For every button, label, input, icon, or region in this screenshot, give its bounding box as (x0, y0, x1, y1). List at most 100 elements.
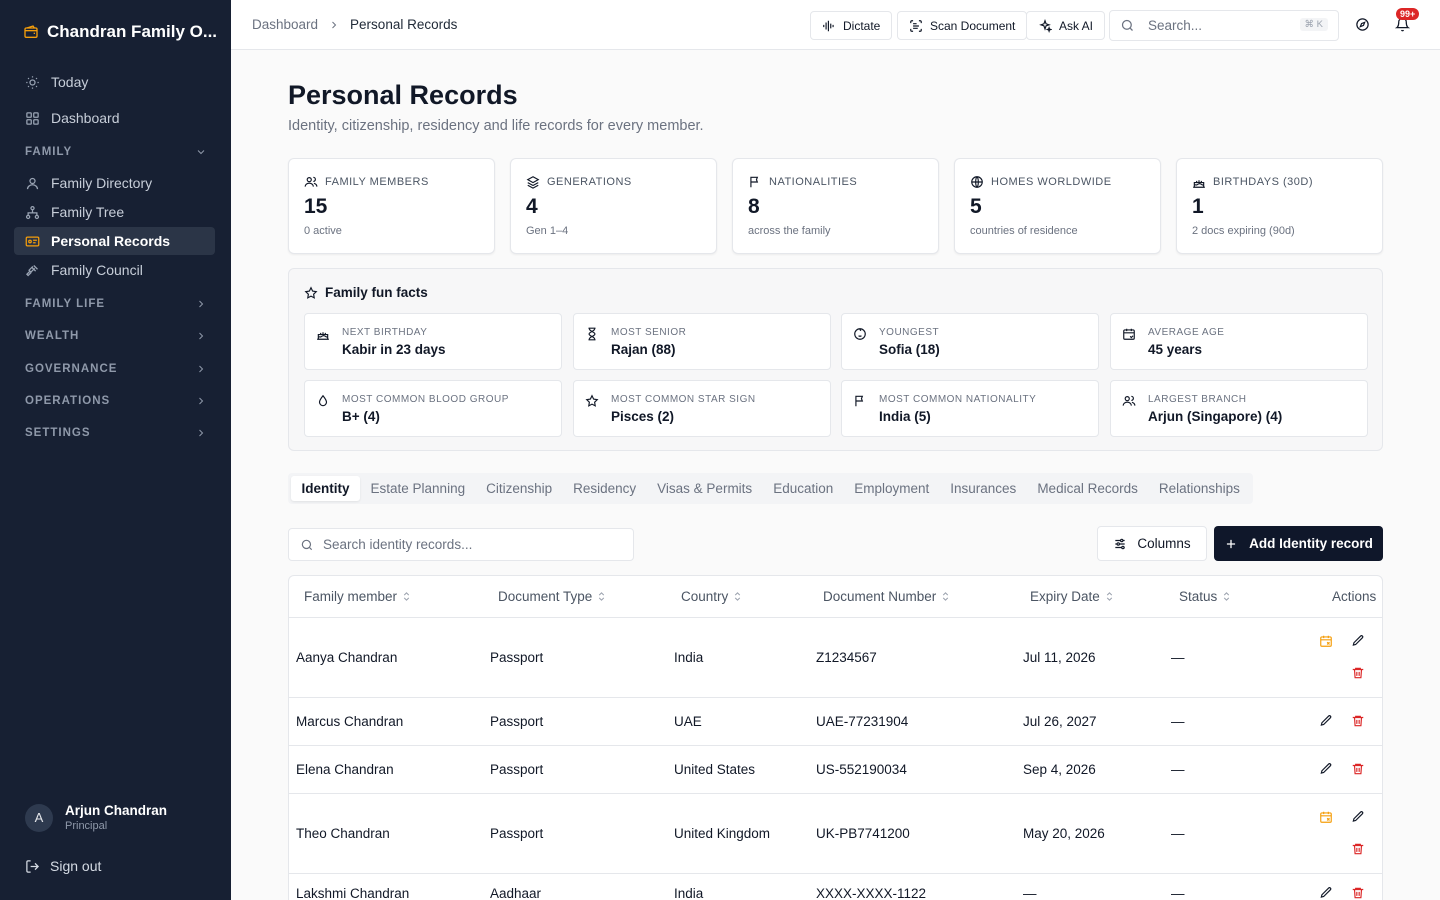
stat-sub: across the family (748, 225, 831, 237)
edit-icon[interactable] (1319, 762, 1333, 776)
edit-icon[interactable] (1351, 634, 1365, 648)
column-header-country[interactable]: Country (681, 589, 743, 604)
flag-icon (853, 394, 867, 408)
column-header-document-number[interactable]: Document Number (823, 589, 951, 604)
cell-member: Lakshmi Chandran (296, 886, 410, 900)
user-profile[interactable]: A Arjun Chandran Principal (25, 803, 167, 832)
stat-label: HOMES WORLDWIDE (991, 176, 1112, 188)
nav-today[interactable]: Today (14, 68, 215, 96)
wallet-icon (23, 24, 39, 40)
expiry-reminder-icon[interactable] (1319, 634, 1333, 648)
cell-number: XXXX-XXXX-1122 (816, 886, 927, 900)
nav-section-label: GOVERNANCE (25, 363, 118, 375)
delete-icon[interactable] (1351, 842, 1365, 856)
column-header-status[interactable]: Status (1179, 589, 1232, 604)
sidebar-item-family-tree[interactable]: Family Tree (14, 198, 215, 226)
users-icon (304, 175, 318, 189)
tab-identity[interactable]: Identity (291, 476, 361, 501)
tab-relationships[interactable]: Relationships (1148, 476, 1250, 501)
column-header-family-member[interactable]: Family member (304, 589, 412, 604)
cell-status: — (1171, 714, 1185, 729)
identity-search-placeholder: Search identity records... (323, 537, 473, 552)
nav-section-wealth[interactable]: WEALTH (25, 326, 207, 346)
nav-section-family-life[interactable]: FAMILY LIFE (25, 294, 207, 314)
tab-employment[interactable]: Employment (844, 476, 940, 501)
delete-icon[interactable] (1351, 886, 1365, 900)
fact-largest-branch: LARGEST BRANCH Arjun (Singapore) (4) (1110, 380, 1368, 437)
record-tabs: Identity Estate Planning Citizenship Res… (288, 473, 1254, 504)
nav-section-governance[interactable]: GOVERNANCE (25, 359, 207, 379)
cell-type: Passport (490, 650, 544, 665)
edit-icon[interactable] (1351, 810, 1365, 824)
header-label: Document Number (823, 589, 937, 604)
gavel-icon (25, 263, 40, 278)
nav-section-label: FAMILY LIFE (25, 298, 106, 310)
sort-icon (732, 591, 743, 602)
chevron-down-icon (195, 146, 207, 158)
cell-type: Passport (490, 826, 544, 841)
scan-document-label: Scan Document (930, 18, 1016, 33)
cell-number: UK-PB7741200 (816, 826, 910, 841)
column-header-document-type[interactable]: Document Type (498, 589, 607, 604)
stat-value: 8 (748, 195, 760, 218)
identity-search-input[interactable]: Search identity records... (288, 528, 634, 561)
sidebar-item-label: Family Tree (51, 204, 125, 220)
brand[interactable]: Chandran Family O... (23, 22, 217, 42)
global-search-input[interactable]: Search... ⌘ K (1109, 10, 1339, 41)
delete-icon[interactable] (1351, 762, 1365, 776)
fact-value: B+ (4) (342, 409, 380, 424)
stat-card-family-members: FAMILY MEMBERS 15 0 active (288, 158, 495, 254)
table-row[interactable]: Elena Chandran Passport United States US-55… (289, 746, 1382, 794)
delete-icon[interactable] (1351, 666, 1365, 680)
edit-icon[interactable] (1319, 886, 1333, 900)
add-identity-record-button[interactable]: Add Identity record (1214, 526, 1383, 561)
tab-medical-records[interactable]: Medical Records (1027, 476, 1149, 501)
cell-number: Z1234567 (816, 650, 877, 665)
tab-education[interactable]: Education (763, 476, 844, 501)
dictate-button[interactable]: Dictate (810, 11, 893, 40)
scan-document-button[interactable]: Scan Document (897, 11, 1028, 40)
nav-section-label: WEALTH (25, 330, 80, 342)
header-label: Status (1179, 589, 1218, 604)
tab-residency[interactable]: Residency (563, 476, 647, 501)
sidebar-item-family-council[interactable]: Family Council (14, 256, 215, 284)
nav-today-label: Today (51, 74, 89, 90)
nav-dashboard[interactable]: Dashboard (14, 104, 215, 132)
table-row[interactable]: Aanya Chandran Passport India Z1234567 Jul 1… (289, 618, 1382, 698)
delete-icon[interactable] (1351, 714, 1365, 728)
breadcrumb-dashboard[interactable]: Dashboard (252, 17, 318, 32)
sidebar-item-family-directory[interactable]: Family Directory (14, 169, 215, 197)
tab-citizenship[interactable]: Citizenship (476, 476, 563, 501)
stat-label: FAMILY MEMBERS (325, 176, 429, 188)
nav-section-settings[interactable]: SETTINGS (25, 423, 207, 443)
cake-icon (316, 327, 330, 341)
plus-icon (1224, 537, 1238, 551)
cell-expiry: Jul 11, 2026 (1023, 650, 1096, 665)
expiry-reminder-icon[interactable] (1319, 810, 1333, 824)
cell-country: United Kingdom (674, 826, 771, 841)
sort-icon (401, 591, 412, 602)
table-row[interactable]: Theo Chandran Passport United Kingdom UK-PB… (289, 794, 1382, 874)
search-icon (1120, 18, 1135, 33)
tab-visas-permits[interactable]: Visas & Permits (647, 476, 763, 501)
nav-section-family[interactable]: FAMILY (25, 142, 207, 162)
search-icon (300, 538, 314, 552)
table-row[interactable]: Lakshmi Chandran Aadhaar India XXXX-XXXX-11… (289, 874, 1382, 900)
fact-value: Pisces (2) (611, 409, 675, 424)
ask-ai-button[interactable]: Ask AI (1026, 11, 1106, 40)
compass-icon[interactable] (1355, 17, 1370, 32)
tab-estate-planning[interactable]: Estate Planning (360, 476, 476, 501)
edit-icon[interactable] (1319, 714, 1333, 728)
column-header-expiry-date[interactable]: Expiry Date (1030, 589, 1115, 604)
columns-button[interactable]: Columns (1097, 526, 1207, 561)
app-title: Chandran Family O... (47, 22, 218, 41)
stat-card-birthdays: BIRTHDAYS (30D) 1 2 docs expiring (90d) (1176, 158, 1383, 254)
table-row[interactable]: Marcus Chandran Passport UAE UAE-77231904 Ju… (289, 698, 1382, 746)
sign-out-button[interactable]: Sign out (25, 858, 101, 874)
sidebar-item-personal-records[interactable]: Personal Records (14, 227, 215, 255)
nav-section-operations[interactable]: OPERATIONS (25, 391, 207, 411)
stat-sub: 2 docs expiring (90d) (1192, 225, 1295, 237)
tab-insurances[interactable]: Insurances (940, 476, 1027, 501)
add-record-label: Add Identity record (1249, 536, 1373, 551)
chevron-right-icon (195, 298, 207, 310)
